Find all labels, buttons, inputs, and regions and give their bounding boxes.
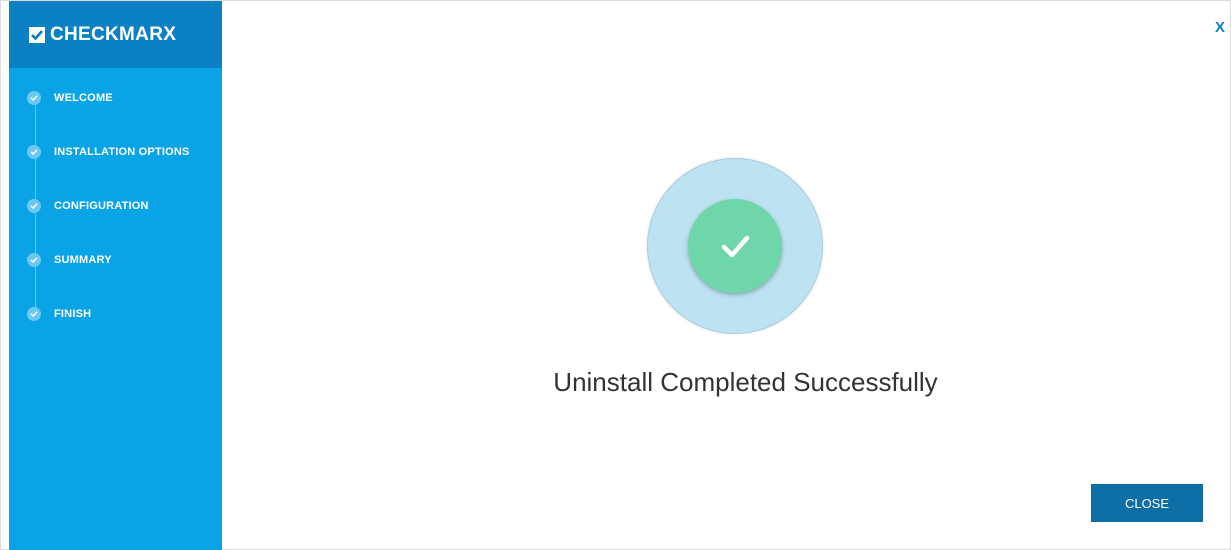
step-label: SUMMARY — [54, 254, 112, 266]
step-label: WELCOME — [54, 92, 113, 104]
wizard-steps: WELCOME INSTALLATION OPTIONS CONFIGURATI… — [9, 85, 222, 327]
step-configuration: CONFIGURATION — [27, 193, 222, 219]
step-welcome: WELCOME — [27, 85, 222, 111]
close-button[interactable]: CLOSE — [1091, 484, 1203, 522]
step-label: FINISH — [54, 308, 92, 320]
window-close-button[interactable]: X — [1215, 19, 1225, 36]
check-icon — [27, 91, 41, 105]
completion-message: Uninstall Completed Successfully — [553, 367, 938, 397]
checkmark-square-icon — [29, 26, 45, 43]
step-finish: FINISH — [27, 301, 222, 327]
logo-bar: CHECKMARX — [9, 1, 222, 68]
sidebar: CHECKMARX WELCOME INSTALLATION OPTIONS C… — [9, 1, 222, 550]
installer-window: CHECKMARX WELCOME INSTALLATION OPTIONS C… — [0, 0, 1231, 550]
step-summary: SUMMARY — [27, 247, 222, 273]
check-icon — [27, 199, 41, 213]
check-icon — [27, 307, 41, 321]
check-icon — [27, 145, 41, 159]
success-check-icon — [688, 199, 782, 293]
success-indicator — [647, 158, 823, 334]
check-icon — [27, 253, 41, 267]
brand-name: CHECKMARX — [50, 23, 177, 45]
step-label: CONFIGURATION — [54, 200, 149, 212]
step-installation-options: INSTALLATION OPTIONS — [27, 139, 222, 165]
step-label: INSTALLATION OPTIONS — [54, 146, 190, 158]
